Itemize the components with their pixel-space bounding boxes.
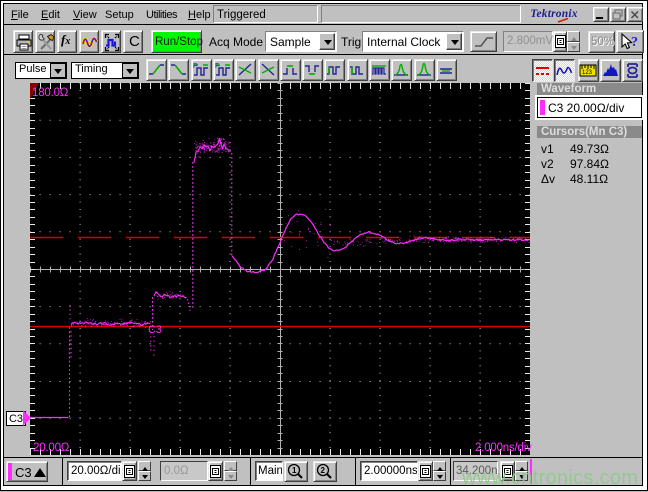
svg-text:F: F (215, 63, 219, 70)
svg-text:P: P (193, 63, 198, 70)
svg-text:123: 123 (582, 70, 593, 76)
svg-text:2: 2 (321, 466, 326, 475)
svg-text:1: 1 (292, 466, 297, 475)
svg-text:?: ? (631, 35, 638, 50)
